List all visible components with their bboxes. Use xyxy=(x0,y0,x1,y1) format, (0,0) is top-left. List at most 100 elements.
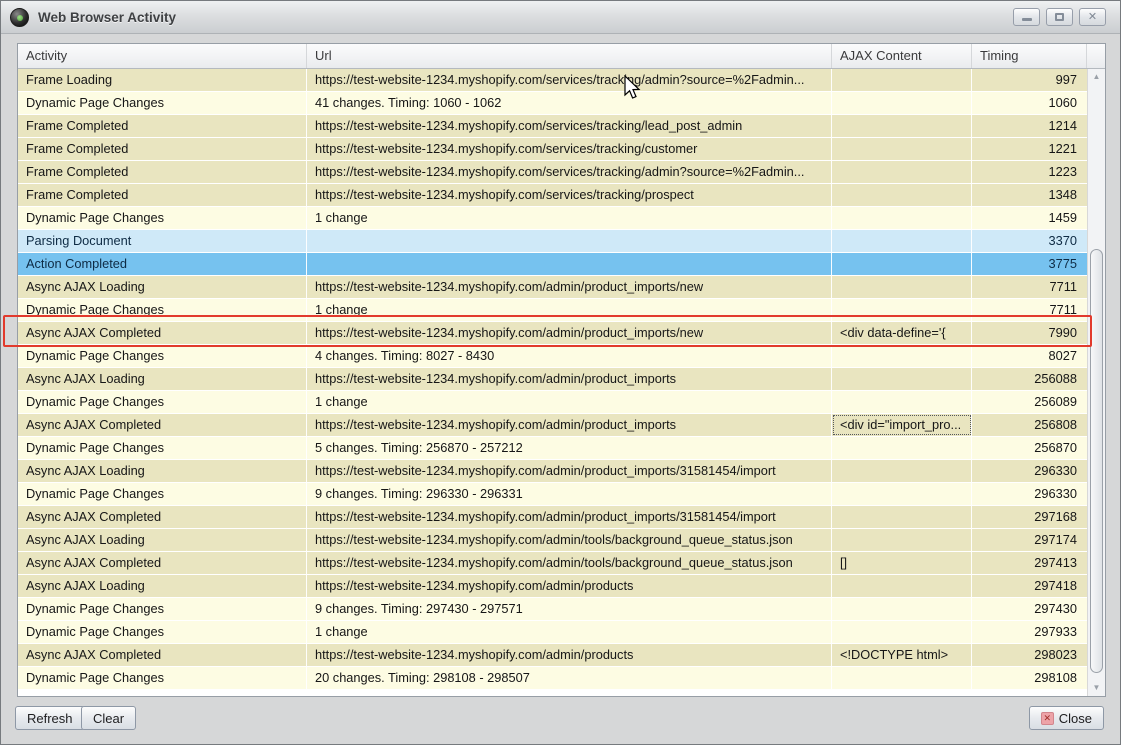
cell-timing: 1221 xyxy=(972,138,1087,160)
cell-activity: Parsing Document xyxy=(18,230,307,252)
cell-timing: 1214 xyxy=(972,115,1087,137)
cell-activity: Dynamic Page Changes xyxy=(18,345,307,367)
column-header-timing[interactable]: Timing xyxy=(972,44,1087,68)
column-header-ajax-content[interactable]: AJAX Content xyxy=(832,44,972,68)
cell-ajax-content: [] xyxy=(832,552,972,574)
table-row[interactable]: Async AJAX Loadinghttps://test-website-1… xyxy=(18,368,1087,391)
scroll-up-icon[interactable]: ▲ xyxy=(1088,69,1105,85)
cell-activity: Dynamic Page Changes xyxy=(18,483,307,505)
titlebar[interactable]: Web Browser Activity ✕ xyxy=(1,1,1120,34)
table-row[interactable]: Dynamic Page Changes20 changes. Timing: … xyxy=(18,667,1087,690)
table-row[interactable]: Async AJAX Loadinghttps://test-website-1… xyxy=(18,276,1087,299)
table-row[interactable]: Async AJAX Completedhttps://test-website… xyxy=(18,552,1087,575)
close-icon: ✕ xyxy=(1088,12,1097,23)
cell-activity: Frame Completed xyxy=(18,138,307,160)
table-row[interactable]: Frame Completedhttps://test-website-1234… xyxy=(18,138,1087,161)
window-controls: ✕ xyxy=(1013,8,1106,26)
cell-timing: 297168 xyxy=(972,506,1087,528)
cell-url: https://test-website-1234.myshopify.com/… xyxy=(307,575,832,597)
table-row[interactable]: Dynamic Page Changes4 changes. Timing: 8… xyxy=(18,345,1087,368)
vertical-scrollbar[interactable]: ▲ ▼ xyxy=(1087,69,1105,696)
cell-ajax-content xyxy=(832,138,972,160)
cell-activity: Async AJAX Completed xyxy=(18,414,307,436)
table-row[interactable]: Frame Completedhttps://test-website-1234… xyxy=(18,184,1087,207)
scrollbar-thumb[interactable] xyxy=(1090,249,1103,673)
cell-timing: 997 xyxy=(972,69,1087,91)
table-row[interactable]: Async AJAX Loadinghttps://test-website-1… xyxy=(18,575,1087,598)
cell-url: https://test-website-1234.myshopify.com/… xyxy=(307,552,832,574)
cell-timing: 298023 xyxy=(972,644,1087,666)
cell-activity: Dynamic Page Changes xyxy=(18,92,307,114)
cell-timing: 256808 xyxy=(972,414,1087,436)
table-row[interactable]: Async AJAX Completedhttps://test-website… xyxy=(18,644,1087,667)
cell-ajax-content xyxy=(832,92,972,114)
app-icon-led xyxy=(17,15,23,21)
cell-url: 9 changes. Timing: 297430 - 297571 xyxy=(307,598,832,620)
cell-timing: 3775 xyxy=(972,253,1087,275)
table-row[interactable]: Dynamic Page Changes1 change297933 xyxy=(18,621,1087,644)
cell-url: https://test-website-1234.myshopify.com/… xyxy=(307,506,832,528)
table-row[interactable]: Async AJAX Loadinghttps://test-website-1… xyxy=(18,460,1087,483)
cell-url: 1 change xyxy=(307,621,832,643)
table-row[interactable]: Dynamic Page Changes9 changes. Timing: 2… xyxy=(18,598,1087,621)
web-browser-activity-window: Web Browser Activity ✕ Activity Url AJAX… xyxy=(0,0,1121,745)
scroll-down-icon[interactable]: ▼ xyxy=(1088,680,1105,696)
table-row[interactable]: Frame Completedhttps://test-website-1234… xyxy=(18,161,1087,184)
table-row[interactable]: Dynamic Page Changes1 change1459 xyxy=(18,207,1087,230)
cell-url: 5 changes. Timing: 256870 - 257212 xyxy=(307,437,832,459)
table-row[interactable]: Async AJAX Completedhttps://test-website… xyxy=(18,322,1087,345)
cell-timing: 298108 xyxy=(972,667,1087,689)
refresh-button[interactable]: Refresh xyxy=(15,706,85,730)
cell-activity: Frame Loading xyxy=(18,69,307,91)
table-row[interactable]: Async AJAX Completedhttps://test-website… xyxy=(18,506,1087,529)
cell-activity: Async AJAX Loading xyxy=(18,575,307,597)
cell-ajax-content xyxy=(832,345,972,367)
table-row[interactable]: Dynamic Page Changes1 change7711 xyxy=(18,299,1087,322)
cell-ajax-content xyxy=(832,115,972,137)
cell-activity: Async AJAX Loading xyxy=(18,368,307,390)
cell-ajax-content xyxy=(832,276,972,298)
cell-timing: 256870 xyxy=(972,437,1087,459)
cell-url xyxy=(307,230,832,252)
column-header-activity[interactable]: Activity xyxy=(18,44,307,68)
cell-activity: Dynamic Page Changes xyxy=(18,391,307,413)
cell-timing: 1223 xyxy=(972,161,1087,183)
cell-timing: 256089 xyxy=(972,391,1087,413)
close-button-label: Close xyxy=(1059,711,1092,726)
cell-ajax-content xyxy=(832,184,972,206)
cell-activity: Action Completed xyxy=(18,253,307,275)
cell-ajax-content xyxy=(832,161,972,183)
cell-ajax-content: <!DOCTYPE html> xyxy=(832,644,972,666)
table-row[interactable]: Async AJAX Completedhttps://test-website… xyxy=(18,414,1087,437)
maximize-button[interactable] xyxy=(1046,8,1073,26)
column-header-url[interactable]: Url xyxy=(307,44,832,68)
table-row[interactable]: Frame Completedhttps://test-website-1234… xyxy=(18,115,1087,138)
minimize-button[interactable] xyxy=(1013,8,1040,26)
cell-ajax-content xyxy=(832,529,972,551)
cell-activity: Dynamic Page Changes xyxy=(18,207,307,229)
cell-url: https://test-website-1234.myshopify.com/… xyxy=(307,368,832,390)
cell-activity: Async AJAX Completed xyxy=(18,644,307,666)
table-row[interactable]: Dynamic Page Changes5 changes. Timing: 2… xyxy=(18,437,1087,460)
table-row[interactable]: Async AJAX Loadinghttps://test-website-1… xyxy=(18,529,1087,552)
activity-table: Activity Url AJAX Content Timing Frame L… xyxy=(17,43,1106,697)
cell-activity: Dynamic Page Changes xyxy=(18,299,307,321)
cell-timing: 7990 xyxy=(972,322,1087,344)
close-window-button[interactable]: ✕ xyxy=(1079,8,1106,26)
table-row[interactable]: Dynamic Page Changes1 change256089 xyxy=(18,391,1087,414)
cell-ajax-content xyxy=(832,483,972,505)
cell-activity: Frame Completed xyxy=(18,184,307,206)
cell-activity: Dynamic Page Changes xyxy=(18,437,307,459)
cell-timing: 7711 xyxy=(972,276,1087,298)
close-dialog-button[interactable]: ✕ Close xyxy=(1029,706,1104,730)
cell-activity: Async AJAX Completed xyxy=(18,322,307,344)
cell-timing: 296330 xyxy=(972,483,1087,505)
clear-button[interactable]: Clear xyxy=(81,706,136,730)
cell-ajax-content xyxy=(832,368,972,390)
column-header-spacer xyxy=(1087,44,1105,68)
table-row[interactable]: Dynamic Page Changes41 changes. Timing: … xyxy=(18,92,1087,115)
table-row[interactable]: Action Completed 3775 xyxy=(18,253,1087,276)
table-row[interactable]: Parsing Document3370 xyxy=(18,230,1087,253)
table-row[interactable]: Dynamic Page Changes9 changes. Timing: 2… xyxy=(18,483,1087,506)
table-row[interactable]: Frame Loadinghttps://test-website-1234.m… xyxy=(18,69,1087,92)
